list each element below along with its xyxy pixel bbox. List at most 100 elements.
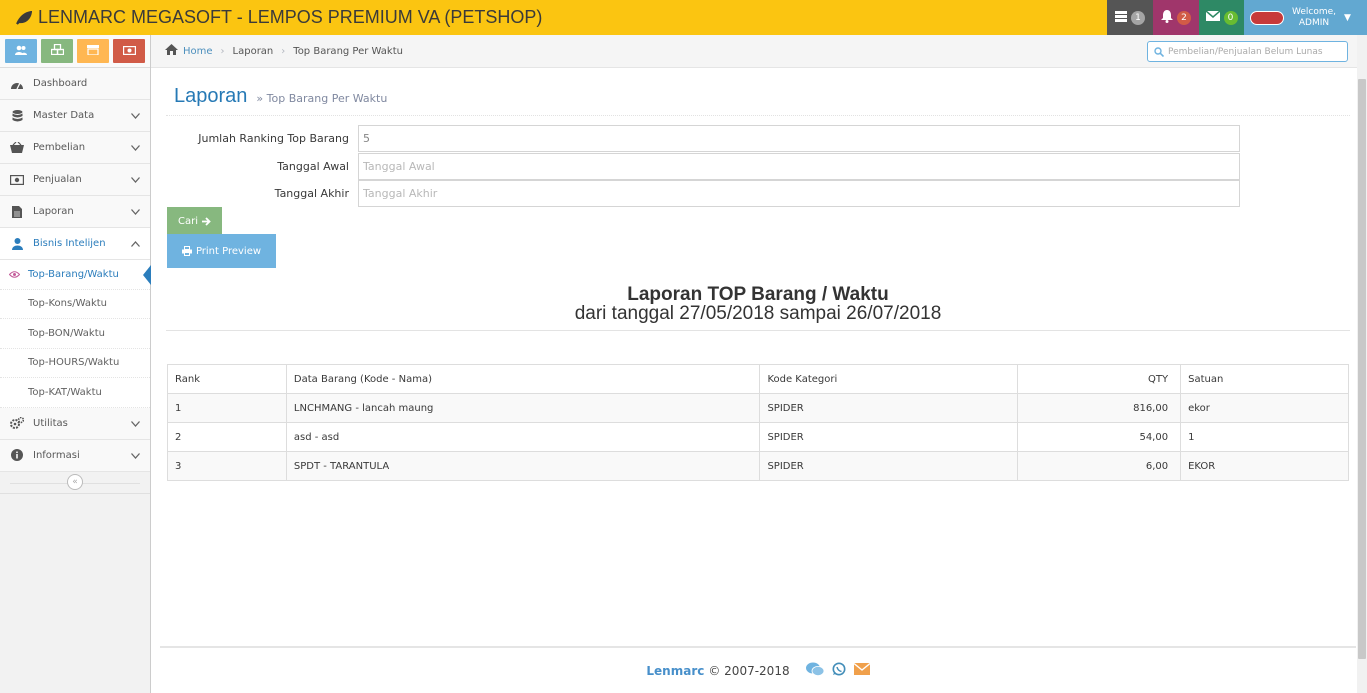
start-date-input[interactable]	[358, 153, 1240, 180]
table-row: 2 asd - asd SPIDER 54,00 1	[167, 422, 1349, 452]
print-preview-label: Print Preview	[195, 245, 262, 257]
column-header: Kode Kategori	[759, 364, 1019, 394]
print-icon	[181, 246, 192, 256]
table-row: 1 LNCHMANG - lancah maung SPIDER 816,00 …	[167, 393, 1349, 423]
table-cell: 816,00	[1017, 393, 1182, 423]
basket-icon	[10, 142, 24, 153]
arrow-right-icon	[202, 216, 211, 226]
sidebar-subitem-label: Top-KAT/Waktu	[28, 386, 102, 398]
sidebar-subitem-top-kat[interactable]: Top-KAT/Waktu	[0, 378, 150, 408]
sidebar-item-penjualan[interactable]: Penjualan	[0, 164, 150, 196]
ranking-input[interactable]: 5	[358, 125, 1240, 152]
sidebar-subitem-top-barang[interactable]: Top-Barang/Waktu	[0, 260, 151, 290]
top-navbar: LENMARC MEGASOFT - LEMPOS PREMIUM VA (PE…	[0, 0, 1367, 35]
welcome-text: Welcome,	[1292, 6, 1337, 17]
sidebar-subitem-top-hours[interactable]: Top-HOURS/Waktu	[0, 348, 150, 378]
table-cell: ekor	[1180, 393, 1349, 423]
footer-brand: Lenmarc	[646, 663, 705, 678]
sidebar-item-informasi[interactable]: Informasi	[0, 439, 150, 472]
table-cell: LNCHMANG - lancah maung	[285, 393, 761, 423]
scrollbar-thumb[interactable]	[1358, 79, 1366, 659]
table-cell: EKOR	[1180, 451, 1349, 481]
report-subtitle: dari tanggal 27/05/2018 sampai 26/07/201…	[574, 303, 942, 324]
page-subtitle: » Top Barang Per Waktu	[256, 92, 388, 105]
bell-icon	[1161, 9, 1173, 26]
sidebar-subitem-label: Top-HOURS/Waktu	[28, 357, 120, 369]
table-cell: asd - asd	[285, 422, 761, 452]
sidebar-item-pembelian[interactable]: Pembelian	[0, 132, 150, 164]
nav-search-box[interactable]: Pembelian/Penjualan Belum Lunas	[1147, 41, 1348, 62]
end-date-input[interactable]	[358, 180, 1240, 207]
sidebar-item-master-data[interactable]: Master Data	[0, 100, 150, 132]
sidebar-item-label: Pembelian	[33, 142, 86, 153]
collapse-sidebar-button[interactable]: «	[67, 474, 83, 490]
chevron-down-icon	[131, 143, 140, 154]
chevron-down-icon	[131, 111, 140, 122]
money-icon	[10, 174, 24, 185]
breadcrumb-item[interactable]: Laporan	[233, 46, 274, 57]
report-table: Rank Data Barang (Kode - Nama) Kode Kate…	[167, 364, 1349, 481]
page-scrollbar[interactable]	[1357, 35, 1367, 693]
shortcut-cubes-button[interactable]	[41, 39, 73, 63]
shortcut-shop-button[interactable]	[77, 39, 109, 63]
notifications-menu[interactable]: 2	[1153, 0, 1199, 35]
footer: Lenmarc © 2007-2018	[160, 646, 1356, 693]
tasks-menu[interactable]: 1	[1107, 0, 1153, 35]
sidebar-item-label: Penjualan	[33, 174, 82, 185]
info-icon	[10, 449, 24, 461]
print-preview-button[interactable]: Print Preview	[167, 234, 276, 268]
end-date-label: Tanggal Akhir	[274, 187, 349, 200]
eye-icon	[8, 270, 21, 281]
caret-down-icon: ▼	[1344, 12, 1351, 23]
leaf-icon	[16, 10, 32, 25]
sidebar-item-utilitas[interactable]: Utilitas	[0, 407, 150, 440]
shortcut-users-button[interactable]	[5, 39, 37, 63]
ranking-row: Jumlah Ranking Top Barang 5	[166, 125, 1250, 152]
search-button[interactable]: Cari	[167, 207, 222, 235]
wechat-icon[interactable]	[805, 662, 824, 679]
user-avatar	[1250, 10, 1284, 25]
home-icon	[165, 44, 178, 58]
cogs-icon	[10, 417, 24, 429]
sidebar-item-bisnis-intelijen[interactable]: Bisnis Intelijen	[0, 228, 150, 260]
app-brand[interactable]: LENMARC MEGASOFT - LEMPOS PREMIUM VA (PE…	[16, 0, 542, 35]
cubes-icon	[50, 43, 64, 58]
double-chevron-left-icon: «	[72, 477, 78, 487]
sidebar-item-label: Utilitas	[33, 417, 68, 429]
breadcrumb-home-link[interactable]: Home	[183, 46, 213, 57]
search-placeholder: Pembelian/Penjualan Belum Lunas	[1168, 46, 1323, 57]
sidebar-subitem-label: Top-BON/Waktu	[28, 327, 105, 339]
envelope-icon[interactable]	[853, 662, 871, 678]
sidebar-menu: Dashboard Master Data Pembelian Penjuala…	[0, 68, 151, 472]
sidebar-item-label: Dashboard	[33, 78, 88, 89]
table-cell: 3	[167, 451, 287, 481]
table-cell: SPIDER	[759, 451, 1019, 481]
table-cell: SPIDER	[759, 393, 1019, 423]
user-name: ADMIN	[1298, 17, 1330, 28]
table-row: 3 SPDT - TARANTULA SPIDER 6,00 EKOR	[167, 451, 1349, 481]
sidebar-item-dashboard[interactable]: Dashboard	[0, 68, 150, 100]
sidebar-item-label: Bisnis Intelijen	[33, 238, 106, 249]
sidebar-item-label: Informasi	[33, 449, 80, 461]
chevron-down-icon	[131, 419, 140, 430]
search-icon	[1154, 46, 1164, 57]
shortcut-money-button[interactable]	[113, 39, 145, 63]
user-menu[interactable]: Welcome, ADMIN ▼	[1244, 0, 1367, 35]
breadcrumb-separator-icon: ›	[281, 45, 286, 57]
envelope-icon	[1205, 10, 1220, 24]
chevron-down-icon	[131, 451, 140, 462]
money-icon	[122, 45, 136, 58]
messages-badge: 0	[1223, 10, 1238, 25]
database-icon	[10, 109, 24, 122]
sidebar-item-laporan[interactable]: Laporan	[0, 196, 150, 228]
table-cell: SPIDER	[759, 422, 1019, 452]
sidebar-subitem-top-kons[interactable]: Top-Kons/Waktu	[0, 289, 150, 319]
chevron-down-icon	[131, 175, 140, 186]
active-indicator	[143, 265, 151, 285]
table-cell: 6,00	[1017, 451, 1182, 481]
notifications-badge: 2	[1177, 10, 1191, 25]
sidebar-subitem-top-bon[interactable]: Top-BON/Waktu	[0, 319, 150, 349]
whatsapp-icon[interactable]	[832, 662, 846, 679]
messages-menu[interactable]: 0	[1199, 0, 1244, 35]
start-date-row: Tanggal Awal	[166, 153, 1250, 180]
